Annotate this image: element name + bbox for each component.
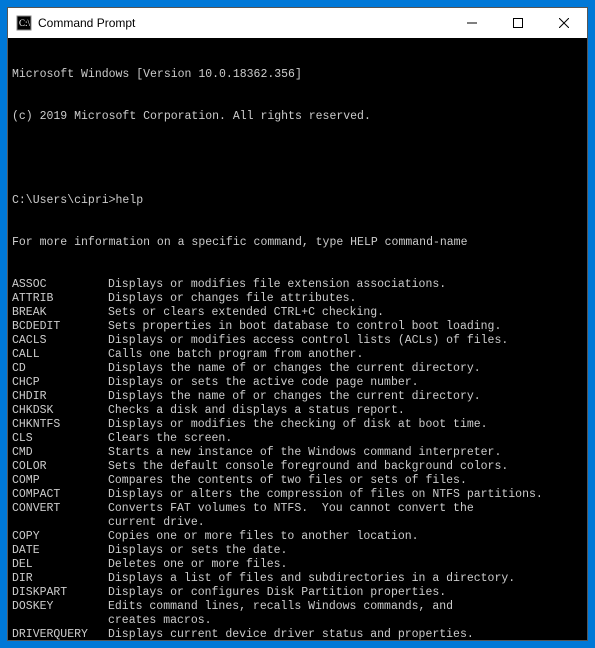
command-name: CD xyxy=(12,362,108,376)
version-line: Microsoft Windows [Version 10.0.18362.35… xyxy=(12,68,583,82)
command-description: Displays current device driver status an… xyxy=(108,628,583,640)
command-name: CHCP xyxy=(12,376,108,390)
command-row: DELDeletes one or more files. xyxy=(12,558,583,572)
command-name: CALL xyxy=(12,348,108,362)
command-description: Displays a list of files and subdirector… xyxy=(108,572,583,586)
command-description-continuation: creates macros. xyxy=(12,614,583,628)
command-name: ATTRIB xyxy=(12,292,108,306)
command-name: DISKPART xyxy=(12,586,108,600)
prompt-path: C:\Users\cipri> xyxy=(12,194,116,207)
command-name: COPY xyxy=(12,530,108,544)
help-intro: For more information on a specific comma… xyxy=(12,236,583,250)
svg-text:C:\: C:\ xyxy=(19,18,31,28)
command-name: CACLS xyxy=(12,334,108,348)
command-description: Displays or sets the date. xyxy=(108,544,583,558)
minimize-icon xyxy=(467,18,477,28)
command-name: CHKDSK xyxy=(12,404,108,418)
command-description: Displays the name of or changes the curr… xyxy=(108,390,583,404)
command-row: CMDStarts a new instance of the Windows … xyxy=(12,446,583,460)
command-row: ASSOCDisplays or modifies file extension… xyxy=(12,278,583,292)
command-description: Displays or configures Disk Partition pr… xyxy=(108,586,583,600)
command-description: Sets or clears extended CTRL+C checking. xyxy=(108,306,583,320)
close-button[interactable] xyxy=(541,8,587,38)
command-description: Displays or modifies the checking of dis… xyxy=(108,418,583,432)
command-description: Copies one or more files to another loca… xyxy=(108,530,583,544)
command-name: BREAK xyxy=(12,306,108,320)
maximize-icon xyxy=(513,18,523,28)
command-row: CACLSDisplays or modifies access control… xyxy=(12,334,583,348)
prompt-command: help xyxy=(116,194,144,207)
command-description: Converts FAT volumes to NTFS. You cannot… xyxy=(108,502,583,516)
command-row: COLORSets the default console foreground… xyxy=(12,460,583,474)
command-description: Calls one batch program from another. xyxy=(108,348,583,362)
command-description: Displays or sets the active code page nu… xyxy=(108,376,583,390)
command-description-continuation: current drive. xyxy=(12,516,583,530)
command-name: CONVERT xyxy=(12,502,108,516)
command-description: Displays or modifies access control list… xyxy=(108,334,583,348)
app-icon: C:\ xyxy=(16,15,32,31)
command-description: Clears the screen. xyxy=(108,432,583,446)
command-row: CHKNTFSDisplays or modifies the checking… xyxy=(12,418,583,432)
titlebar[interactable]: C:\ Command Prompt xyxy=(8,8,587,38)
command-description: Checks a disk and displays a status repo… xyxy=(108,404,583,418)
command-row: BCDEDITSets properties in boot database … xyxy=(12,320,583,334)
command-row: CDDisplays the name of or changes the cu… xyxy=(12,362,583,376)
command-list: ASSOCDisplays or modifies file extension… xyxy=(12,278,583,640)
command-name: DEL xyxy=(12,558,108,572)
command-row: BREAKSets or clears extended CTRL+C chec… xyxy=(12,306,583,320)
command-row: DATEDisplays or sets the date. xyxy=(12,544,583,558)
command-row: DOSKEYEdits command lines, recalls Windo… xyxy=(12,600,583,614)
blank-line xyxy=(12,152,583,166)
command-description: Displays or alters the compression of fi… xyxy=(108,488,583,502)
command-name: CMD xyxy=(12,446,108,460)
command-name: DIR xyxy=(12,572,108,586)
command-name: COLOR xyxy=(12,460,108,474)
copyright-line: (c) 2019 Microsoft Corporation. All righ… xyxy=(12,110,583,124)
command-description: Displays the name of or changes the curr… xyxy=(108,362,583,376)
command-row: CHCPDisplays or sets the active code pag… xyxy=(12,376,583,390)
terminal-output[interactable]: Microsoft Windows [Version 10.0.18362.35… xyxy=(8,38,587,640)
command-name: ASSOC xyxy=(12,278,108,292)
command-description: Displays or modifies file extension asso… xyxy=(108,278,583,292)
command-row: DRIVERQUERYDisplays current device drive… xyxy=(12,628,583,640)
command-row: COPYCopies one or more files to another … xyxy=(12,530,583,544)
command-description: Deletes one or more files. xyxy=(108,558,583,572)
command-row: DIRDisplays a list of files and subdirec… xyxy=(12,572,583,586)
command-name: BCDEDIT xyxy=(12,320,108,334)
command-prompt-window: C:\ Command Prompt Microsoft Windows [Ve… xyxy=(8,8,587,640)
command-name: COMP xyxy=(12,474,108,488)
command-row: CLSClears the screen. xyxy=(12,432,583,446)
prompt-line: C:\Users\cipri>help xyxy=(12,194,583,208)
command-description: Compares the contents of two files or se… xyxy=(108,474,583,488)
window-controls xyxy=(449,8,587,38)
command-row: CHDIRDisplays the name of or changes the… xyxy=(12,390,583,404)
minimize-button[interactable] xyxy=(449,8,495,38)
command-description: Edits command lines, recalls Windows com… xyxy=(108,600,583,614)
command-name: DATE xyxy=(12,544,108,558)
command-row: CALLCalls one batch program from another… xyxy=(12,348,583,362)
close-icon xyxy=(559,18,569,28)
command-row: DISKPARTDisplays or configures Disk Part… xyxy=(12,586,583,600)
window-title: Command Prompt xyxy=(38,16,449,30)
command-row: CHKDSKChecks a disk and displays a statu… xyxy=(12,404,583,418)
command-name: COMPACT xyxy=(12,488,108,502)
command-row: COMPCompares the contents of two files o… xyxy=(12,474,583,488)
command-row: COMPACTDisplays or alters the compressio… xyxy=(12,488,583,502)
command-description: Displays or changes file attributes. xyxy=(108,292,583,306)
command-name: CLS xyxy=(12,432,108,446)
command-name: CHDIR xyxy=(12,390,108,404)
command-name: DOSKEY xyxy=(12,600,108,614)
command-name: CHKNTFS xyxy=(12,418,108,432)
command-row: CONVERTConverts FAT volumes to NTFS. You… xyxy=(12,502,583,516)
command-name: DRIVERQUERY xyxy=(12,628,108,640)
command-description: Sets the default console foreground and … xyxy=(108,460,583,474)
command-row: ATTRIBDisplays or changes file attribute… xyxy=(12,292,583,306)
command-description: Sets properties in boot database to cont… xyxy=(108,320,583,334)
maximize-button[interactable] xyxy=(495,8,541,38)
command-description: Starts a new instance of the Windows com… xyxy=(108,446,583,460)
